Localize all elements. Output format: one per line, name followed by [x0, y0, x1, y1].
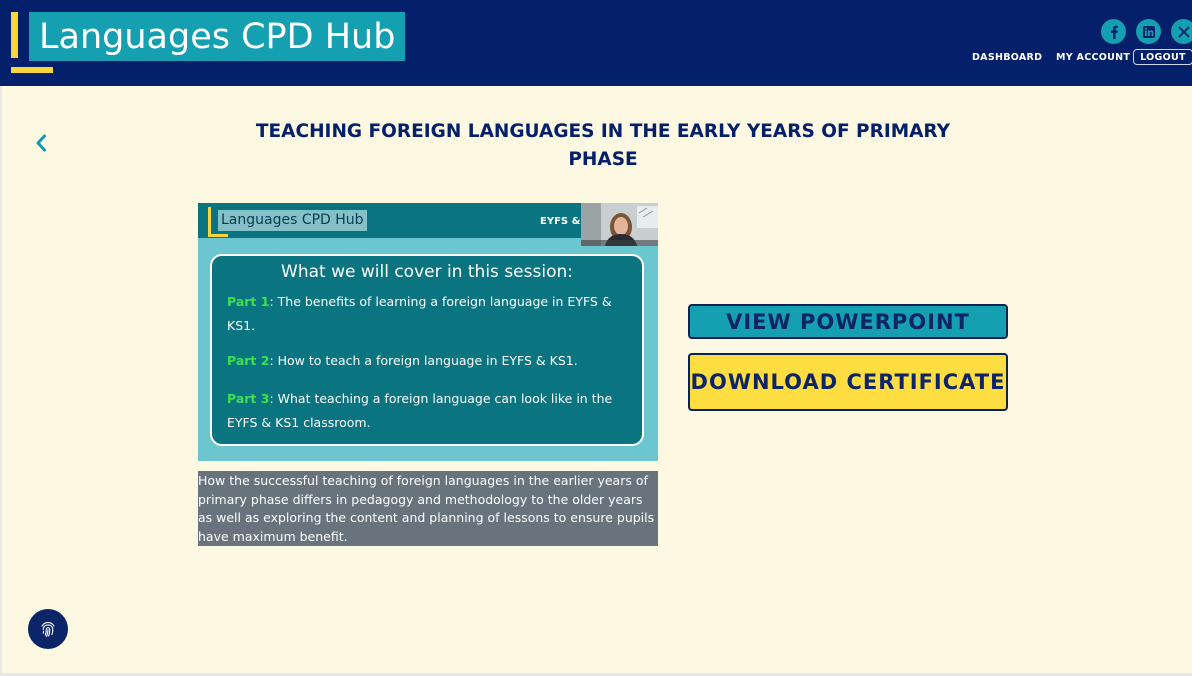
slide-logo-text: Languages CPD Hub — [218, 210, 367, 231]
view-powerpoint-button[interactable]: VIEW POWERPOINT — [688, 304, 1008, 339]
fingerprint-icon — [41, 621, 55, 637]
site-header: Languages CPD Hub DASHBOARD MY ACCOUNT L… — [0, 0, 1192, 86]
chevron-left-icon — [36, 134, 46, 152]
site-logo[interactable]: Languages CPD Hub — [29, 12, 405, 61]
logo-text: Languages CPD Hub — [39, 16, 396, 57]
part-label: Part 1 — [227, 294, 270, 309]
presenter-video-thumbnail — [581, 203, 658, 246]
slide-preview[interactable]: Languages CPD Hub EYFS & K What we will … — [198, 203, 658, 461]
slide-logo-accent-underline — [208, 234, 228, 237]
part-text: : What teaching a foreign language can l… — [227, 391, 613, 430]
slide-content-card: What we will cover in this session: Part… — [210, 254, 644, 446]
nav-my-account[interactable]: MY ACCOUNT — [1056, 52, 1130, 63]
back-button[interactable] — [30, 131, 52, 155]
x-icon[interactable] — [1171, 19, 1192, 44]
nav-dashboard[interactable]: DASHBOARD — [972, 52, 1042, 63]
linkedin-icon[interactable] — [1136, 19, 1161, 44]
accessibility-button[interactable] — [28, 609, 68, 649]
slide-part-3: Part 3: What teaching a foreign language… — [227, 387, 637, 435]
logo-accent-underline — [11, 67, 53, 73]
download-certificate-button[interactable]: DOWNLOAD CERTIFICATE — [688, 353, 1008, 411]
page-border-left — [0, 86, 2, 676]
part-label: Part 2 — [227, 353, 270, 368]
slide-part-2: Part 2: How to teach a foreign language … — [227, 349, 637, 373]
page-title: TEACHING FOREIGN LANGUAGES IN THE EARLY … — [255, 121, 951, 170]
course-description: How the successful teaching of foreign l… — [198, 471, 658, 546]
logo-accent-bar — [11, 12, 18, 58]
logout-button[interactable]: LOGOUT — [1133, 49, 1192, 65]
part-text: : The benefits of learning a foreign lan… — [227, 294, 612, 333]
slide-heading: What we will cover in this session: — [281, 262, 573, 282]
part-label: Part 3 — [227, 391, 270, 406]
facebook-icon[interactable] — [1101, 19, 1126, 44]
slide-part-1: Part 1: The benefits of learning a forei… — [227, 290, 637, 338]
slide-logo-accent-bar — [208, 207, 211, 234]
part-text: : How to teach a foreign language in EYF… — [269, 353, 578, 368]
